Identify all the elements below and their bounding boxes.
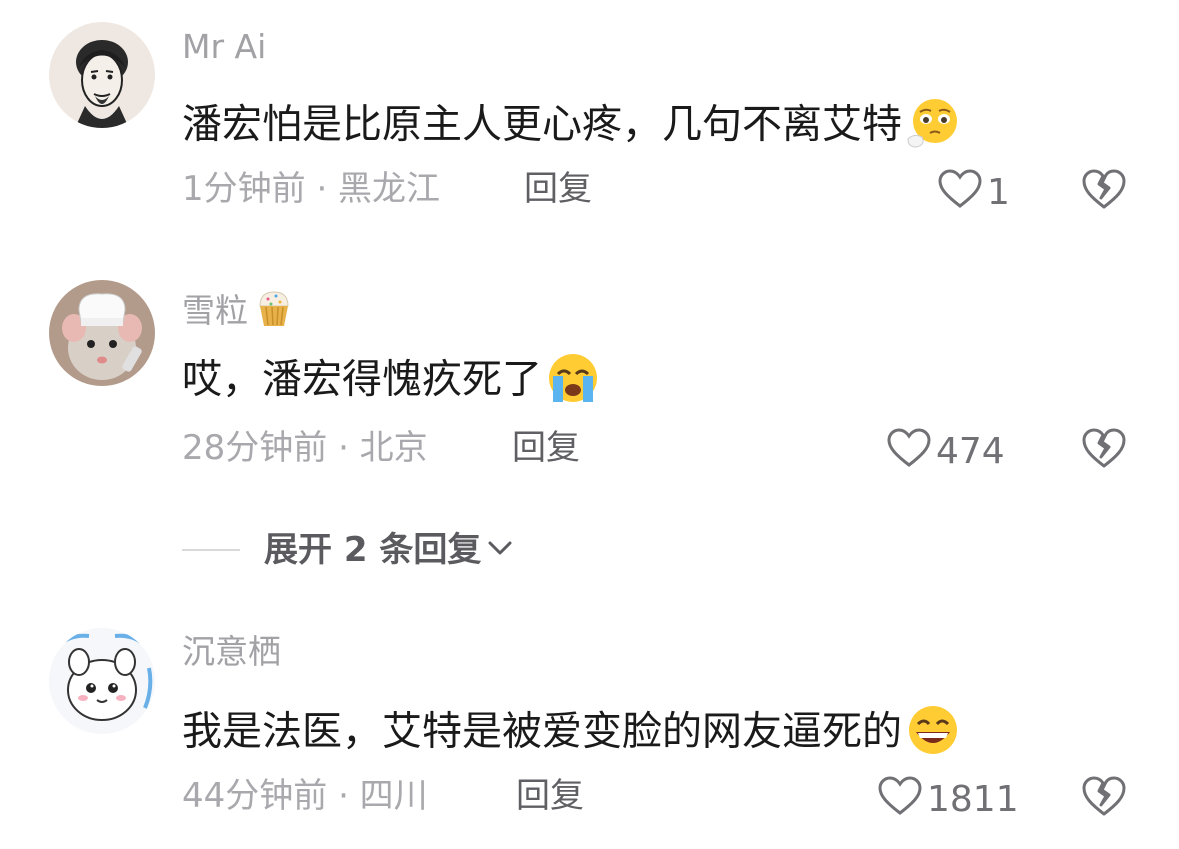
username[interactable]: Mr Ai xyxy=(182,30,266,63)
grinning-face-icon xyxy=(904,704,962,763)
chevron-down-icon xyxy=(485,537,515,563)
heart-icon xyxy=(937,168,983,217)
reply-button[interactable]: 回复 xyxy=(512,431,580,465)
reply-button[interactable]: 回复 xyxy=(524,172,592,206)
divider-line xyxy=(182,549,240,551)
comment-text-content: 潘宏怕是比原主人更心疼，几句不离艾特 xyxy=(182,101,902,148)
heart-icon xyxy=(877,775,923,824)
dislike-button[interactable] xyxy=(1080,774,1128,822)
like-count: 1811 xyxy=(927,778,1019,820)
reply-button[interactable]: 回复 xyxy=(516,779,584,813)
comment-meta: 1分钟前 · 黑龙江 xyxy=(182,169,441,209)
heart-icon xyxy=(886,427,932,476)
like-button[interactable]: 474 xyxy=(886,427,1005,476)
expand-replies-button[interactable]: 展开 2 条回复 xyxy=(182,530,515,570)
broken-heart-icon xyxy=(1080,776,1128,822)
like-count: 1 xyxy=(987,171,1010,213)
pleading-face-icon xyxy=(904,97,962,156)
username[interactable]: 雪粒 xyxy=(182,286,296,335)
loudly-crying-face-icon xyxy=(544,352,602,411)
cupcake-icon xyxy=(252,286,296,335)
comment-text-content: 哎，潘宏得愧疚死了 xyxy=(182,356,542,403)
broken-heart-icon xyxy=(1080,169,1128,215)
username[interactable]: 沉意栖 xyxy=(182,635,281,668)
comment-text: 哎，潘宏得愧疚死了 xyxy=(182,352,602,411)
comment-meta: 44分钟前 · 四川 xyxy=(182,776,428,816)
avatar[interactable] xyxy=(49,628,155,734)
comment-text: 潘宏怕是比原主人更心疼，几句不离艾特 xyxy=(182,97,962,156)
comment-text: 我是法医，艾特是被爱变脸的网友逼死的 xyxy=(182,704,962,763)
expand-replies-label: 展开 2 条回复 xyxy=(264,530,482,570)
dislike-button[interactable] xyxy=(1080,167,1128,215)
comment-meta: 28分钟前 · 北京 xyxy=(182,428,428,468)
broken-heart-icon xyxy=(1080,428,1128,474)
like-button[interactable]: 1811 xyxy=(877,775,1019,824)
comment-text-content: 我是法医，艾特是被爱变脸的网友逼死的 xyxy=(182,708,902,755)
avatar[interactable] xyxy=(49,22,155,128)
like-button[interactable]: 1 xyxy=(937,168,1010,217)
dislike-button[interactable] xyxy=(1080,426,1128,474)
like-count: 474 xyxy=(936,430,1005,472)
avatar[interactable] xyxy=(49,280,155,386)
username-text: 雪粒 xyxy=(182,291,248,330)
